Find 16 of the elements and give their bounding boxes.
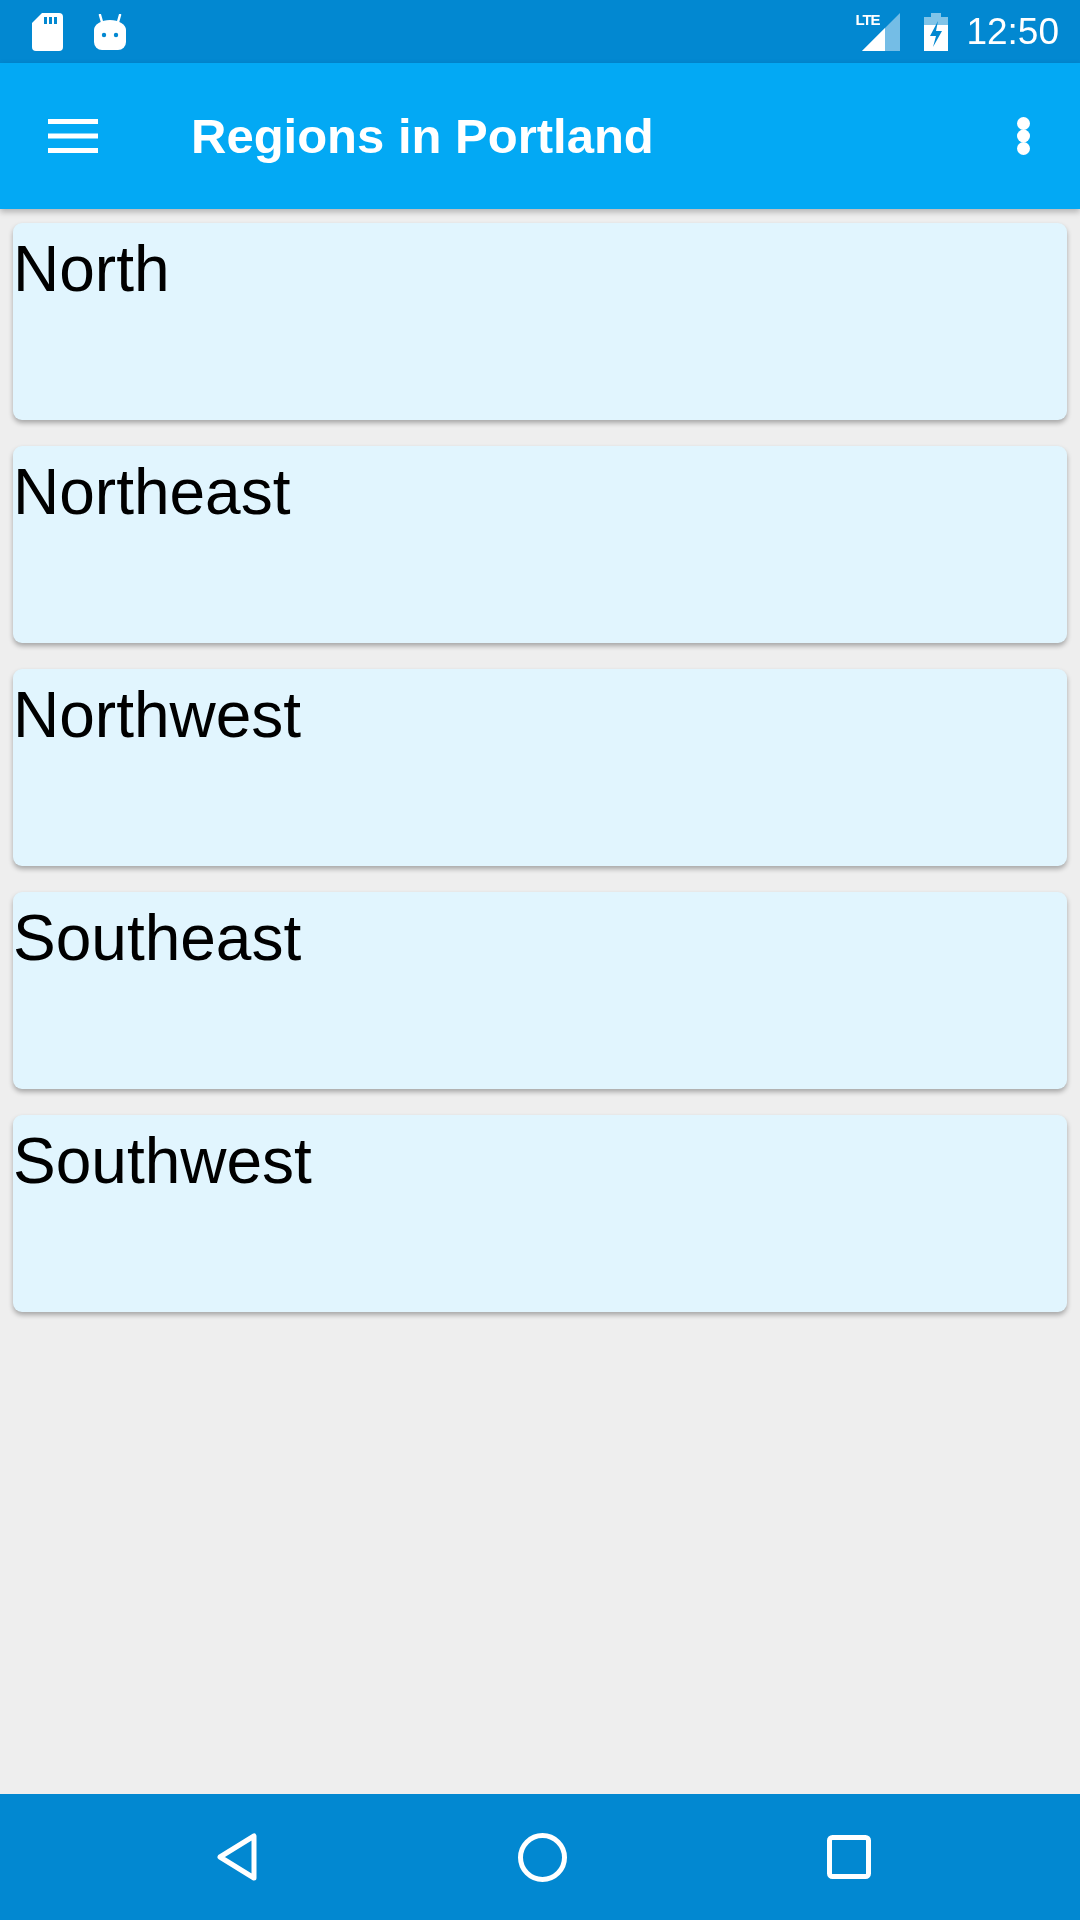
- region-card[interactable]: Northwest: [13, 669, 1067, 866]
- region-card[interactable]: North: [13, 223, 1067, 420]
- status-time: 12:50: [966, 13, 1059, 50]
- more-options-icon[interactable]: [1017, 117, 1030, 155]
- battery-charging-icon: [924, 12, 949, 51]
- back-icon[interactable]: [216, 1832, 258, 1882]
- network-type-label: LTE: [855, 10, 880, 29]
- menu-icon[interactable]: [48, 119, 98, 153]
- robot-head-icon: [94, 13, 126, 50]
- app-bar-title: Regions in Portland: [191, 111, 654, 161]
- region-card[interactable]: Southwest: [13, 1115, 1067, 1312]
- region-card[interactable]: Southeast: [13, 892, 1067, 1089]
- home-icon[interactable]: [518, 1832, 567, 1882]
- region-card[interactable]: Northeast: [13, 446, 1067, 643]
- recent-apps-icon[interactable]: [827, 1835, 871, 1879]
- sd-card-icon: [32, 12, 63, 51]
